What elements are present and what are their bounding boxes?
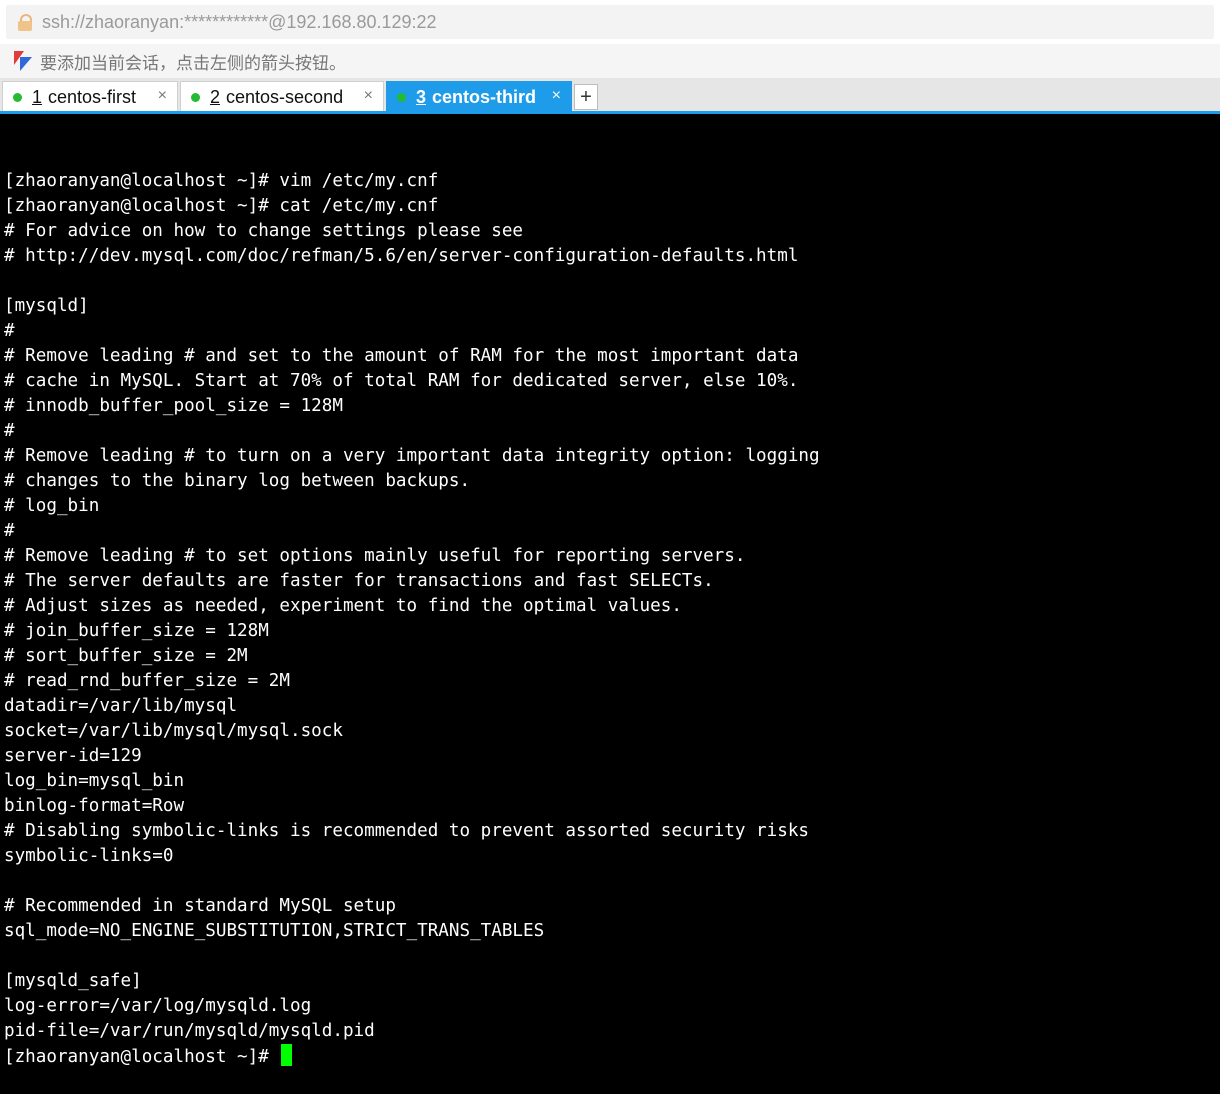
status-dot-icon — [397, 92, 406, 102]
status-dot-icon — [191, 92, 200, 102]
tab-centos-second[interactable]: 2 centos-second × — [180, 81, 384, 112]
tab-label: centos-second — [226, 86, 344, 107]
terminal-line: pid-file=/var/run/mysqld/mysqld.pid — [4, 1021, 375, 1041]
terminal-line: # read_rnd_buffer_size = 2M — [4, 671, 290, 691]
address-bar: ssh://zhaoranyan:************@192.168.80… — [0, 0, 1220, 44]
terminal-line: [mysqld] — [4, 296, 89, 316]
new-tab-button[interactable]: + — [574, 84, 598, 110]
tab-number: 3 — [416, 86, 427, 107]
tab-centos-third[interactable]: 3 centos-third × — [386, 81, 572, 112]
terminal-line: # changes to the binary log between back… — [4, 471, 471, 491]
terminal-line: datadir=/var/lib/mysql — [4, 696, 238, 716]
terminal-line: # Adjust sizes as needed, experiment to … — [4, 596, 682, 616]
terminal-line: [mysqld_safe] — [4, 971, 142, 991]
terminal-line: # Remove leading # and set to the amount… — [4, 346, 799, 366]
terminal-cursor — [281, 1044, 293, 1066]
terminal-line: log_bin=mysql_bin — [4, 771, 185, 791]
terminal-line: binlog-format=Row — [4, 796, 185, 816]
shell-prompt: [zhaoranyan@localhost ~]# — [4, 1047, 280, 1067]
tab-label: centos-third — [432, 86, 537, 107]
terminal-line: sql_mode=NO_ENGINE_SUBSTITUTION,STRICT_T… — [4, 921, 545, 941]
address-text[interactable]: ssh://zhaoranyan:************@192.168.80… — [42, 12, 437, 33]
session-hint-bar: 要添加当前会话，点击左侧的箭头按钮。 — [0, 44, 1220, 78]
terminal-line: # Recommended in standard MySQL setup — [4, 896, 396, 916]
terminal-line: # cache in MySQL. Start at 70% of total … — [4, 371, 799, 391]
terminal-line: log-error=/var/log/mysqld.log — [4, 996, 312, 1016]
terminal-line: # — [4, 521, 15, 541]
close-tab-icon[interactable]: × — [158, 87, 167, 105]
terminal-line: # innodb_buffer_pool_size = 128M — [4, 396, 343, 416]
terminal-line: # The server defaults are faster for tra… — [4, 571, 714, 591]
terminal-line: server-id=129 — [4, 746, 142, 766]
tab-label: centos-first — [48, 86, 137, 107]
terminal-line: [zhaoranyan@localhost ~]# cat /etc/my.cn… — [4, 196, 439, 216]
terminal-line: # For advice on how to change settings p… — [4, 221, 524, 241]
terminal-line: # — [4, 421, 15, 441]
session-tab-bar: 1 centos-first × 2 centos-second × 3 cen… — [0, 78, 1220, 112]
terminal-line: # Remove leading # to set options mainly… — [4, 546, 746, 566]
add-session-arrow-icon[interactable] — [14, 51, 34, 71]
terminal-line: # log_bin — [4, 496, 100, 516]
close-tab-icon[interactable]: × — [364, 87, 373, 105]
terminal-line: symbolic-links=0 — [4, 846, 174, 866]
terminal-line: # — [4, 321, 15, 341]
active-tab-underline — [0, 111, 1220, 114]
terminal-line: # sort_buffer_size = 2M — [4, 646, 248, 666]
terminal-line: [zhaoranyan@localhost ~]# vim /etc/my.cn… — [4, 171, 439, 191]
lock-icon — [16, 12, 36, 32]
terminal-prompt-line: [zhaoranyan@localhost ~]# — [4, 1044, 1216, 1069]
tab-number: 2 — [210, 86, 221, 107]
address-field[interactable]: ssh://zhaoranyan:************@192.168.80… — [6, 5, 1214, 39]
close-tab-icon[interactable]: × — [552, 87, 561, 105]
terminal-line: # Remove leading # to turn on a very imp… — [4, 446, 820, 466]
tab-number: 1 — [32, 86, 43, 107]
terminal-line: # join_buffer_size = 128M — [4, 621, 269, 641]
session-hint-text: 要添加当前会话，点击左侧的箭头按钮。 — [40, 53, 346, 74]
terminal-line: socket=/var/lib/mysql/mysql.sock — [4, 721, 343, 741]
tab-centos-first[interactable]: 1 centos-first × — [2, 81, 178, 112]
terminal-output[interactable]: [zhaoranyan@localhost ~]# vim /etc/my.cn… — [4, 119, 1216, 1067]
terminal-line: # http://dev.mysql.com/doc/refman/5.6/en… — [4, 246, 799, 266]
status-dot-icon — [13, 92, 22, 102]
terminal-line: # Disabling symbolic-links is recommende… — [4, 821, 810, 841]
